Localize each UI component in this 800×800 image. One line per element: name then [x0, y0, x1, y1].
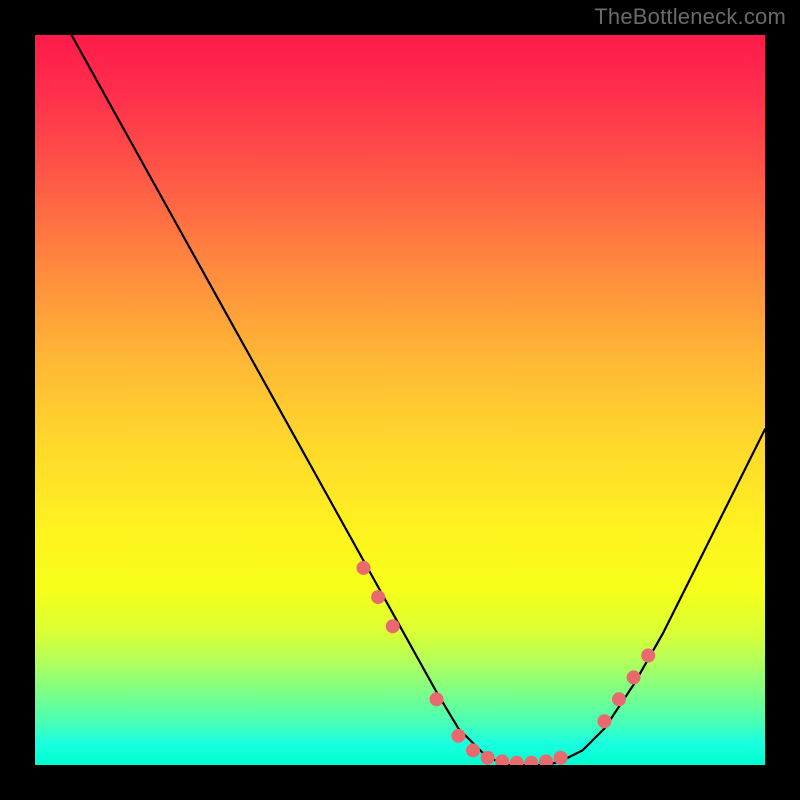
curve-marker	[495, 754, 509, 765]
curve-marker	[451, 729, 465, 743]
curve-marker	[386, 619, 400, 633]
bottleneck-curve-svg	[35, 35, 765, 765]
curve-marker	[357, 561, 371, 575]
curve-marker	[481, 751, 495, 765]
curve-marker	[641, 649, 655, 663]
curve-marker	[597, 714, 611, 728]
chart-plot-area	[35, 35, 765, 765]
curve-marker	[612, 692, 626, 706]
attribution-label: TheBottleneck.com	[594, 4, 786, 30]
curve-marker	[539, 754, 553, 765]
curve-marker	[430, 692, 444, 706]
curve-marker	[524, 756, 538, 765]
bottleneck-curve-path	[72, 35, 766, 765]
curve-marker	[510, 756, 524, 765]
marker-group	[357, 561, 656, 765]
curve-marker	[554, 751, 568, 765]
curve-marker	[627, 670, 641, 684]
curve-marker	[371, 590, 385, 604]
curve-marker	[466, 743, 480, 757]
